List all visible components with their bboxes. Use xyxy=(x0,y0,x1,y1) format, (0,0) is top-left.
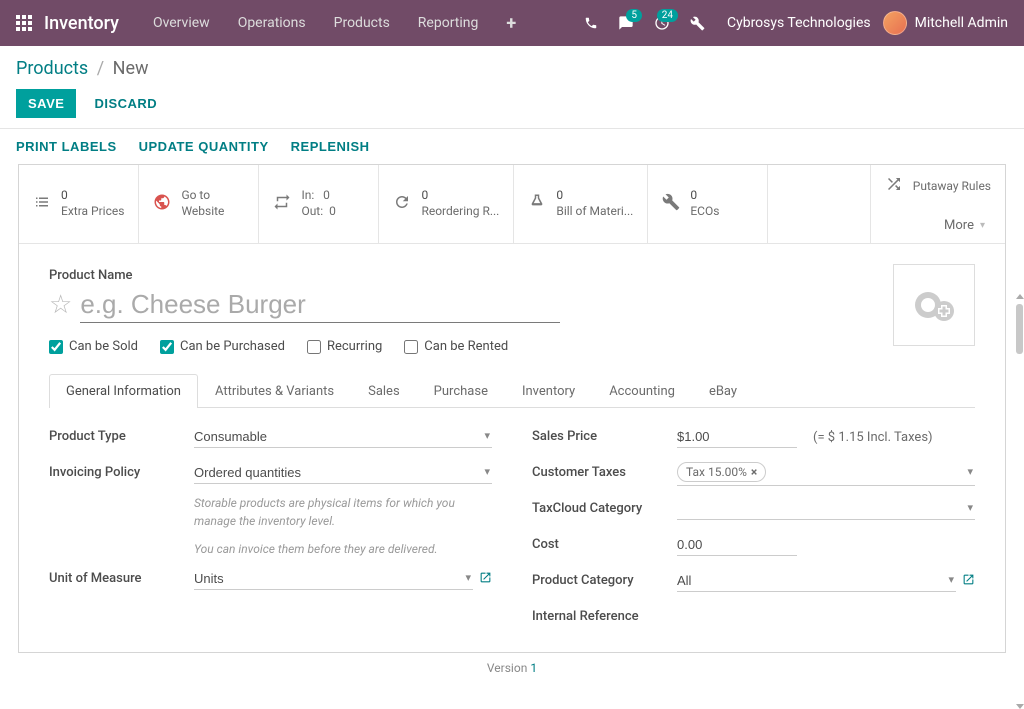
internal-ref-label: Internal Reference xyxy=(532,606,677,624)
product-name-input[interactable] xyxy=(80,287,560,323)
sales-price-input[interactable] xyxy=(677,426,797,448)
activity-icon[interactable]: 24 xyxy=(644,15,680,31)
breadcrumb-parent[interactable]: Products xyxy=(16,58,88,79)
customer-taxes-label: Customer Taxes xyxy=(532,462,677,480)
product-category-label: Product Category xyxy=(532,570,677,588)
stat-website[interactable]: Go toWebsite xyxy=(139,165,259,243)
tab-ebay[interactable]: eBay xyxy=(692,374,754,408)
nav-reporting[interactable]: Reporting xyxy=(404,15,493,31)
external-link-icon[interactable] xyxy=(962,573,975,590)
breadcrumb: Products / New xyxy=(16,58,1008,79)
apps-icon[interactable] xyxy=(16,15,32,31)
update-quantity-button[interactable]: UPDATE QUANTITY xyxy=(139,139,269,154)
company-name[interactable]: Cybrosys Technologies xyxy=(715,15,883,31)
favorite-star-icon[interactable]: ☆ xyxy=(49,290,72,320)
scroll-down-icon[interactable] xyxy=(1016,704,1024,709)
camera-plus-icon xyxy=(910,285,958,325)
main-navbar: Inventory Overview Operations Products R… xyxy=(0,0,1024,46)
tag-remove-icon[interactable]: × xyxy=(751,465,757,479)
user-name: Mitchell Admin xyxy=(915,15,1008,31)
cost-input[interactable] xyxy=(677,534,797,556)
shuffle-icon xyxy=(885,175,903,198)
external-link-icon[interactable] xyxy=(479,571,492,588)
chat-icon[interactable]: 5 xyxy=(608,15,644,31)
stat-putaway[interactable]: Putaway Rules xyxy=(871,165,1005,208)
stat-extra-prices[interactable]: 0Extra Prices xyxy=(19,165,139,243)
tab-attributes-variants[interactable]: Attributes & Variants xyxy=(198,374,351,408)
taxcloud-label: TaxCloud Category xyxy=(532,498,677,516)
uom-label: Unit of Measure xyxy=(49,568,194,586)
tab-purchase[interactable]: Purchase xyxy=(417,374,505,408)
product-image-upload[interactable] xyxy=(893,264,975,346)
breadcrumb-sep: / xyxy=(97,58,104,79)
nav-overview[interactable]: Overview xyxy=(139,15,224,31)
form-tabs: General Information Attributes & Variant… xyxy=(49,374,975,408)
transfer-icon xyxy=(273,193,291,216)
tab-general-information[interactable]: General Information xyxy=(49,374,198,408)
chevron-down-icon: ▾ xyxy=(980,220,985,231)
form-sheet: 0Extra Prices Go toWebsite In: 0 Out: 0 xyxy=(18,164,1006,653)
stat-ecos[interactable]: 0ECOs xyxy=(648,165,768,243)
user-menu[interactable]: Mitchell Admin xyxy=(883,11,1008,35)
invoicing-policy-label: Invoicing Policy xyxy=(49,462,194,480)
help-text-2: You can invoice them before they are del… xyxy=(194,540,492,558)
check-can-be-sold[interactable]: Can be Sold xyxy=(49,339,138,354)
form-body: Product Name ☆ Can be Sold Can be Pu xyxy=(19,244,1005,652)
product-category-select[interactable] xyxy=(677,570,956,592)
taxcloud-select[interactable] xyxy=(677,498,975,520)
nav-products[interactable]: Products xyxy=(320,15,404,31)
nav-add-icon[interactable]: + xyxy=(492,13,530,34)
tools-icon[interactable] xyxy=(680,16,715,31)
breadcrumb-current: New xyxy=(113,58,149,79)
scrollbar-thumb[interactable] xyxy=(1016,304,1023,354)
scroll-up-icon[interactable] xyxy=(1016,294,1024,299)
action-bar: PRINT LABELS UPDATE QUANTITY REPLENISH xyxy=(0,128,1024,164)
tab-sales[interactable]: Sales xyxy=(351,374,417,408)
product-checks: Can be Sold Can be Purchased Recurring C… xyxy=(49,339,975,354)
phone-icon[interactable] xyxy=(574,16,608,30)
tab-inventory[interactable]: Inventory xyxy=(505,374,592,408)
product-type-label: Product Type xyxy=(49,426,194,444)
refresh-icon xyxy=(393,193,411,216)
control-panel: Products / New SAVE DISCARD xyxy=(0,46,1024,118)
product-name-label: Product Name xyxy=(49,268,975,283)
product-type-select[interactable] xyxy=(194,426,492,448)
globe-icon xyxy=(153,193,171,216)
flask-icon xyxy=(528,193,546,216)
uom-select[interactable] xyxy=(194,568,473,590)
tax-tag[interactable]: Tax 15.00% × xyxy=(677,462,766,482)
action-buttons: SAVE DISCARD xyxy=(16,89,1008,118)
cost-label: Cost xyxy=(532,534,677,552)
save-button[interactable]: SAVE xyxy=(16,89,76,118)
stat-more[interactable]: More ▾ xyxy=(871,208,1005,243)
stat-in-out[interactable]: In: 0 Out: 0 xyxy=(259,165,379,243)
incl-taxes-text: (= $ 1.15 Incl. Taxes) xyxy=(813,430,933,445)
tab-accounting[interactable]: Accounting xyxy=(592,374,692,408)
invoicing-policy-select[interactable] xyxy=(194,462,492,484)
nav-operations[interactable]: Operations xyxy=(224,15,320,31)
app-name[interactable]: Inventory xyxy=(44,13,119,34)
scrollbar[interactable] xyxy=(1016,304,1023,699)
avatar xyxy=(883,11,907,35)
stat-row: 0Extra Prices Go toWebsite In: 0 Out: 0 xyxy=(19,165,1005,244)
list-icon xyxy=(33,193,51,216)
stat-reordering[interactable]: 0Reordering R... xyxy=(379,165,514,243)
print-labels-button[interactable]: PRINT LABELS xyxy=(16,139,117,154)
replenish-button[interactable]: REPLENISH xyxy=(291,139,370,154)
stat-bom[interactable]: 0Bill of Materi... xyxy=(514,165,648,243)
wrench-icon xyxy=(662,193,680,216)
sales-price-label: Sales Price xyxy=(532,426,677,444)
help-text-1: Storable products are physical items for… xyxy=(194,494,492,530)
activity-badge: 24 xyxy=(657,9,678,22)
check-can-be-rented[interactable]: Can be Rented xyxy=(404,339,508,354)
footer-version: Version 1 xyxy=(18,653,1006,679)
check-can-be-purchased[interactable]: Can be Purchased xyxy=(160,339,285,354)
content: 0Extra Prices Go toWebsite In: 0 Out: 0 xyxy=(0,164,1024,699)
chat-badge: 5 xyxy=(626,9,642,22)
discard-button[interactable]: DISCARD xyxy=(90,89,161,118)
check-recurring[interactable]: Recurring xyxy=(307,339,382,354)
